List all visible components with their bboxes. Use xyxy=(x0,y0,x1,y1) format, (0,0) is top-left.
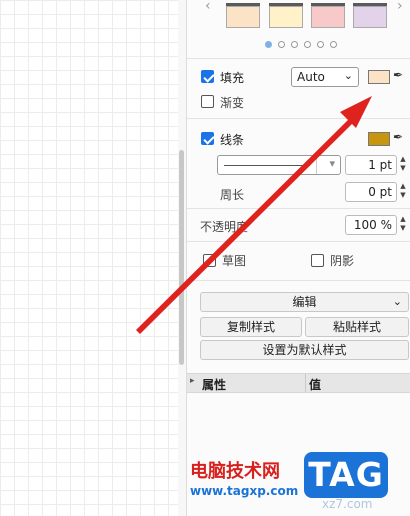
shadow-label: 阴影 xyxy=(330,254,355,268)
page-dot[interactable] xyxy=(278,41,285,48)
opacity-stepper[interactable]: ▲ ▼ xyxy=(398,215,408,235)
scrollbar-thumb[interactable] xyxy=(179,150,184,365)
line-color-swatch[interactable] xyxy=(368,132,390,146)
perimeter-input[interactable]: 0 pt xyxy=(345,182,397,202)
watermark-site-name: 电脑技术网 xyxy=(190,461,280,482)
perimeter-stepper[interactable]: ▲ ▼ xyxy=(398,182,408,202)
opacity-input[interactable]: 100 % xyxy=(345,215,397,235)
paste-style-button[interactable]: 粘贴样式 xyxy=(305,317,409,337)
style-page-dots[interactable] xyxy=(265,41,337,48)
watermark-faint-text: xz7.com xyxy=(322,497,373,511)
style-swatch[interactable] xyxy=(353,3,387,28)
perimeter-label: 周长 xyxy=(220,188,245,202)
sketch-label: 草图 xyxy=(222,254,247,268)
column-divider xyxy=(305,374,306,392)
shadow-checkbox[interactable] xyxy=(311,254,324,267)
fill-color-swatch[interactable] xyxy=(368,70,390,84)
page-dot[interactable] xyxy=(291,41,298,48)
format-panel: ‹ › 填充 Auto ⌄ ✒ 渐变 线条 ✒ ▾ 1 pt ▲ ▼ 周长 0 p… xyxy=(186,0,410,516)
prev-styles-icon[interactable]: ‹ xyxy=(205,0,211,14)
line-checkbox[interactable] xyxy=(201,132,214,145)
opacity-label: 不透明度 xyxy=(200,220,249,234)
edit-dropdown-button[interactable]: 编辑 ⌄ xyxy=(200,292,409,312)
line-pattern-select[interactable]: ▾ xyxy=(217,155,341,175)
chevron-down-icon: ▾ xyxy=(329,157,335,170)
canvas-scrollbar[interactable] xyxy=(178,0,186,516)
gradient-label: 渐变 xyxy=(220,96,245,110)
page-dot[interactable] xyxy=(265,41,272,48)
copy-style-button[interactable]: 复制样式 xyxy=(200,317,302,337)
expand-icon[interactable]: ▸ xyxy=(190,376,195,386)
value-column-header: 值 xyxy=(309,378,322,392)
chevron-down-icon: ⌄ xyxy=(343,69,353,82)
style-swatch[interactable] xyxy=(226,3,260,28)
drawing-canvas[interactable] xyxy=(0,0,178,516)
properties-table-header: ▸ 属性 值 xyxy=(187,373,410,393)
sketch-checkbox[interactable] xyxy=(203,254,216,267)
watermark-logo: TAG xyxy=(304,452,388,498)
line-width-input[interactable]: 1 pt xyxy=(345,155,397,175)
set-default-style-button[interactable]: 设置为默认样式 xyxy=(200,340,409,360)
fill-checkbox[interactable] xyxy=(201,70,214,83)
edit-label: 编辑 xyxy=(292,295,317,309)
fill-mode-value: Auto xyxy=(297,70,325,84)
fill-label: 填充 xyxy=(220,71,245,85)
style-swatch[interactable] xyxy=(269,3,303,28)
property-column-header: 属性 xyxy=(202,378,227,392)
page-dot[interactable] xyxy=(304,41,311,48)
solid-line-preview xyxy=(224,165,310,166)
eyedropper-icon[interactable]: ✒ xyxy=(393,68,403,82)
watermark-url: www.tagxp.com xyxy=(190,484,299,498)
page-dot[interactable] xyxy=(330,41,337,48)
gradient-checkbox[interactable] xyxy=(201,95,214,108)
eyedropper-icon[interactable]: ✒ xyxy=(393,130,403,144)
style-swatch[interactable] xyxy=(311,3,345,28)
line-label: 线条 xyxy=(220,133,245,147)
fill-mode-select[interactable]: Auto ⌄ xyxy=(291,67,359,87)
select-divider xyxy=(316,156,317,174)
line-width-stepper[interactable]: ▲ ▼ xyxy=(398,155,408,175)
page-dot[interactable] xyxy=(317,41,324,48)
next-styles-icon[interactable]: › xyxy=(397,0,403,14)
chevron-down-icon: ⌄ xyxy=(392,295,402,308)
